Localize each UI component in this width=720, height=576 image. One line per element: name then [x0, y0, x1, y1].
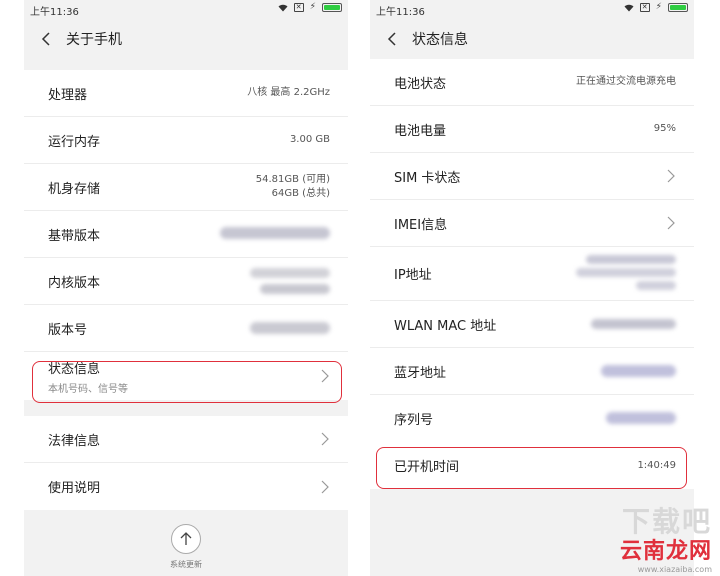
row-label: 处理器	[48, 87, 88, 103]
row-label: SIM 卡状态	[394, 170, 461, 186]
page-title: 状态信息	[412, 32, 468, 48]
row-build-number: 版本号	[24, 305, 348, 352]
chevron-right-icon	[667, 169, 675, 183]
row-label: 基带版本	[48, 228, 101, 244]
row-label: IMEI信息	[394, 217, 448, 233]
redacted-value	[601, 365, 676, 377]
status-card: 电池状态 正在通过交流电源充电 电池电量 95% SIM 卡状态 IMEI信息 …	[370, 59, 694, 442]
wifi-icon	[278, 4, 288, 11]
redacted-value	[591, 319, 676, 329]
row-bluetooth-address: 蓝牙地址	[370, 348, 694, 395]
row-label: 机身存储	[48, 181, 101, 197]
charging-icon: ⚡	[309, 2, 316, 12]
chevron-right-icon	[321, 432, 329, 446]
row-label: 内核版本	[48, 275, 101, 291]
status-bar: 上午11:36 ✕ ⚡	[370, 0, 694, 18]
row-value: 正在通过交流电源充电	[576, 76, 676, 87]
status-time: 上午11:36	[376, 7, 425, 18]
battery-icon	[668, 3, 688, 12]
redacted-value	[250, 322, 330, 334]
row-processor: 处理器 八核 最高 2.2GHz	[24, 70, 348, 117]
row-label: WLAN MAC 地址	[394, 318, 497, 334]
page-title: 关于手机	[66, 32, 122, 48]
row-label: 运行内存	[48, 134, 101, 150]
chevron-right-icon	[667, 216, 675, 230]
status-bar: 上午11:36 ✕ ⚡	[24, 0, 348, 18]
row-label: 版本号	[48, 322, 88, 338]
no-sim-icon: ✕	[293, 3, 304, 12]
row-label: 蓝牙地址	[394, 365, 447, 381]
storage-total: 64GB (总共)	[271, 188, 330, 199]
storage-available: 54.81GB (可用)	[255, 174, 330, 185]
watermark-brand: 云南龙网	[619, 539, 712, 564]
row-value: 3.00 GB	[289, 134, 330, 145]
row-label: IP地址	[394, 268, 432, 283]
info-card: 处理器 八核 最高 2.2GHz 运行内存 3.00 GB 机身存储 54.81…	[24, 70, 348, 400]
row-imei[interactable]: IMEI信息	[370, 200, 694, 247]
back-arrow-icon[interactable]	[36, 29, 56, 49]
row-ram: 运行内存 3.00 GB	[24, 117, 348, 164]
row-value: 54.81GB (可用) 64GB (总共)	[256, 173, 330, 201]
row-storage: 机身存储 54.81GB (可用) 64GB (总共)	[24, 164, 348, 211]
watermark-site: www.xiazaiba.com	[637, 565, 712, 574]
status-info-highlight	[32, 361, 342, 403]
update-arrow-icon[interactable]	[171, 524, 201, 554]
row-serial-number: 序列号	[370, 395, 694, 442]
system-update[interactable]: 系统更新	[24, 524, 348, 570]
wifi-icon	[624, 4, 634, 11]
page-header: 状态信息	[370, 18, 694, 60]
row-label: 电池状态	[394, 76, 447, 92]
row-ip-address: IP地址	[370, 247, 694, 301]
no-sim-icon: ✕	[639, 3, 650, 12]
redacted-value	[636, 281, 676, 290]
about-phone-screen: 上午11:36 ✕ ⚡ 关于手机 处理器 八核 最高 2.2GHz 运行内存 3…	[24, 0, 348, 576]
row-manual[interactable]: 使用说明	[24, 463, 348, 510]
page-header: 关于手机	[24, 18, 348, 60]
uptime-highlight	[376, 447, 687, 489]
watermark: 云南龙网 www.xiazaiba.com	[620, 533, 712, 574]
redacted-value	[586, 255, 676, 264]
row-legal[interactable]: 法律信息	[24, 416, 348, 463]
row-battery-status: 电池状态 正在通过交流电源充电	[370, 59, 694, 106]
row-wlan-mac: WLAN MAC 地址	[370, 301, 694, 348]
row-label: 使用说明	[48, 481, 101, 496]
update-label: 系统更新	[170, 560, 202, 569]
chevron-right-icon	[321, 480, 329, 493]
redacted-value	[220, 227, 330, 239]
redacted-value	[576, 268, 676, 277]
row-battery-level: 电池电量 95%	[370, 106, 694, 153]
status-info-screen: 上午11:36 ✕ ⚡ 状态信息 电池状态 正在通过交流电源充电 电池电量 95…	[370, 0, 694, 576]
row-value: 95%	[653, 123, 676, 134]
row-label: 电池电量	[394, 123, 447, 139]
redacted-value	[260, 284, 330, 294]
legal-card: 法律信息 使用说明	[24, 416, 348, 510]
status-time: 上午11:36	[30, 7, 79, 18]
redacted-value	[606, 412, 676, 424]
row-baseband: 基带版本	[24, 211, 348, 258]
charging-icon: ⚡	[655, 2, 662, 12]
battery-icon	[322, 3, 342, 12]
row-value: 八核 最高 2.2GHz	[247, 87, 330, 98]
row-label: 法律信息	[48, 433, 101, 449]
row-kernel: 内核版本	[24, 258, 348, 305]
redacted-value	[250, 268, 330, 278]
back-arrow-icon[interactable]	[382, 29, 402, 49]
row-label: 序列号	[394, 413, 434, 428]
row-sim-status[interactable]: SIM 卡状态	[370, 153, 694, 200]
